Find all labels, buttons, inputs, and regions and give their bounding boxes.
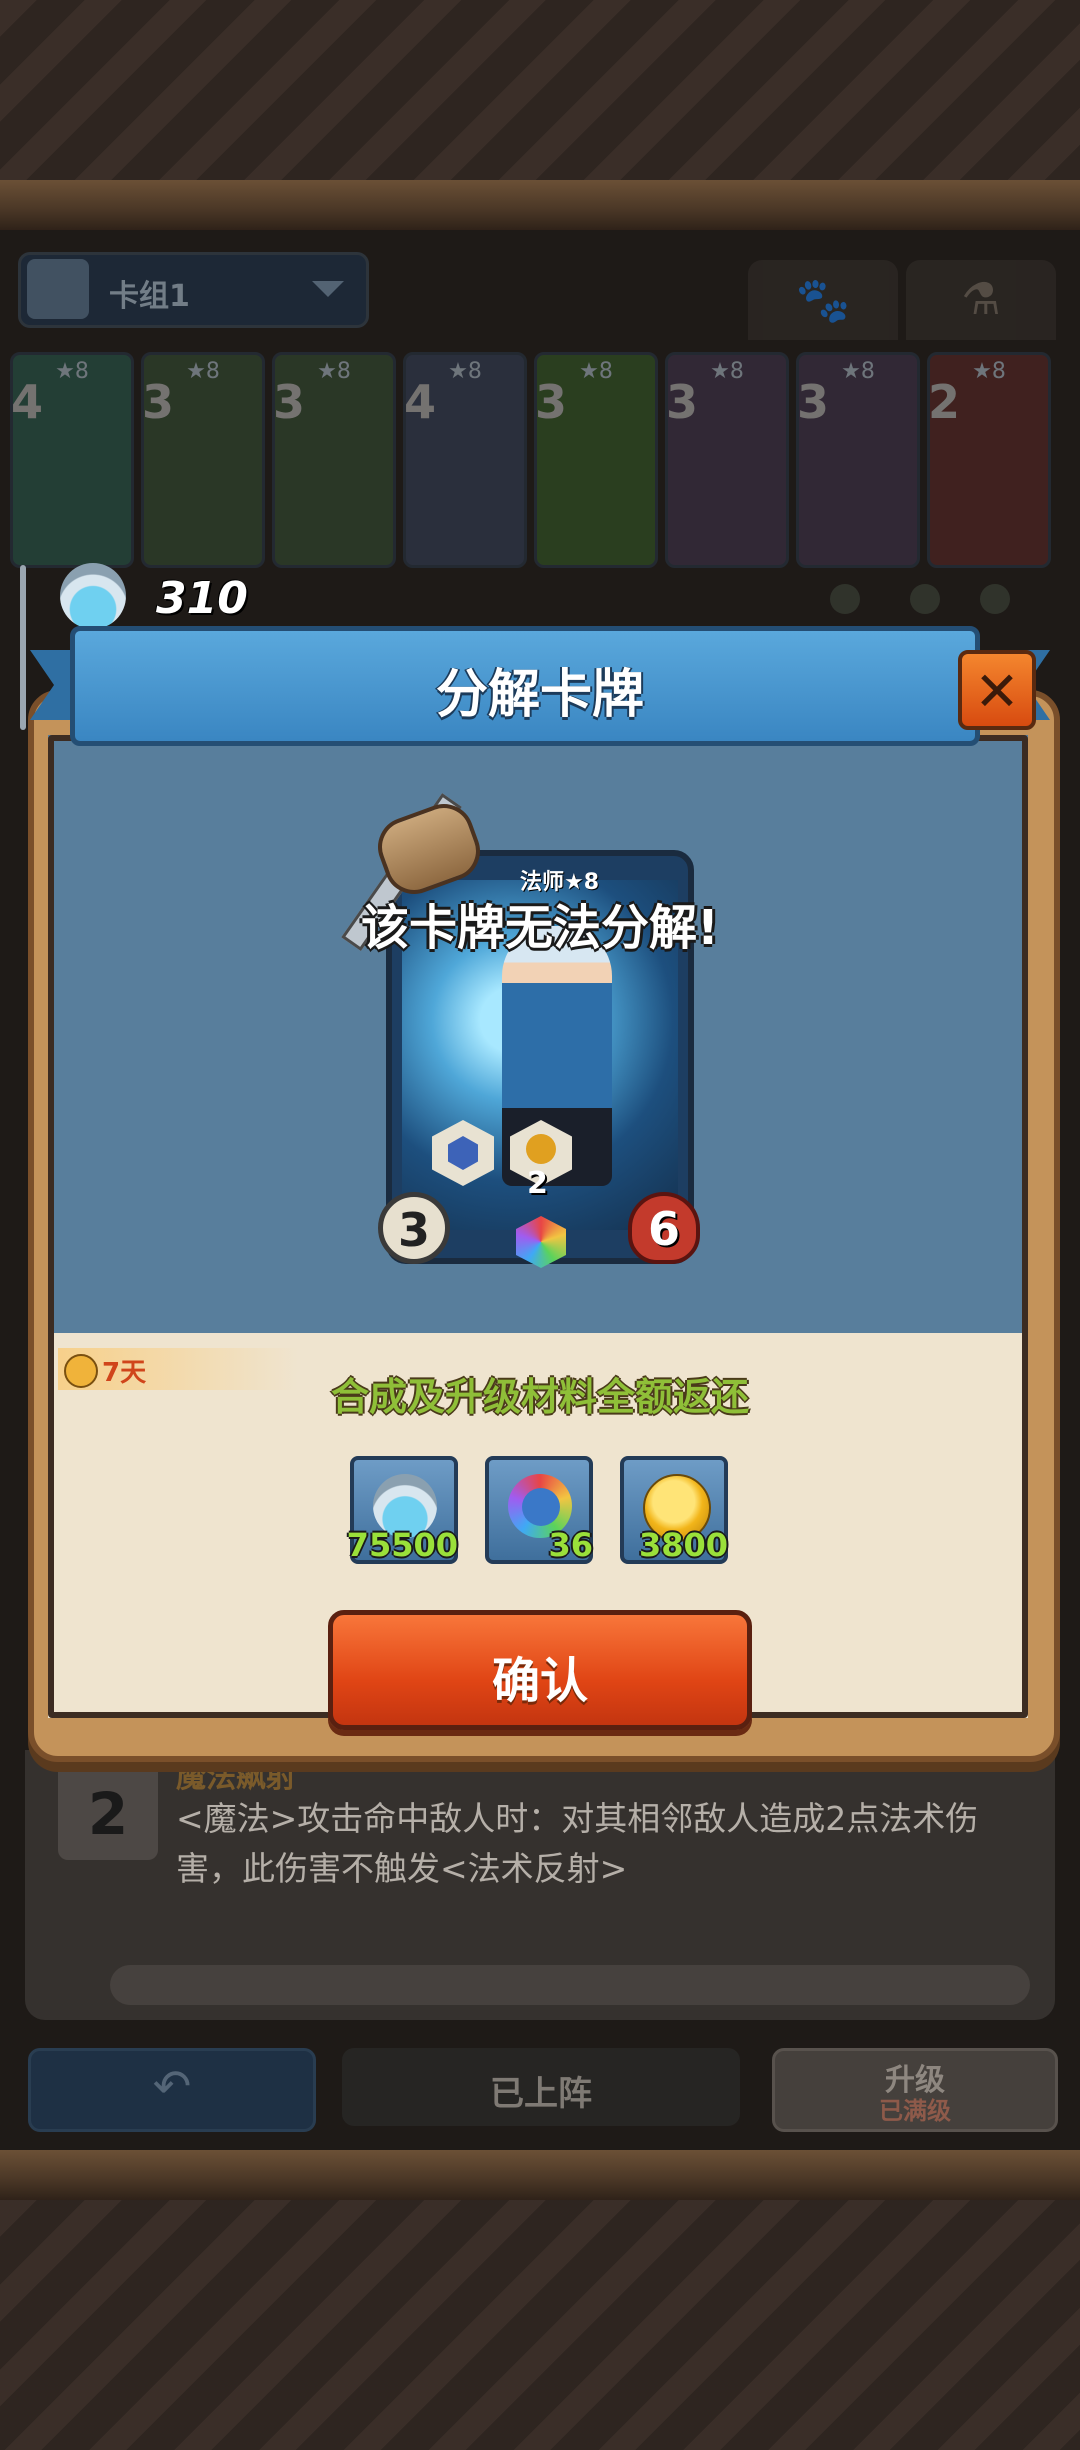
hp-value: 6: [647, 1202, 680, 1256]
tab-paw[interactable]: 🐾: [748, 260, 898, 340]
confirm-label: 确认: [491, 1653, 588, 1709]
reward-coin-amount: 3800: [638, 1526, 728, 1564]
reward-gem-amount: 36: [548, 1526, 593, 1564]
refund-description: 合成及升级材料全额返还: [330, 1375, 749, 1419]
deck-name: 卡组1: [109, 279, 190, 314]
upgrade-button[interactable]: 升级 已满级: [772, 2048, 1058, 2132]
modal-title: 分解卡牌: [435, 665, 644, 725]
paw-icon: 🐾: [795, 275, 851, 326]
deck-card[interactable]: 3 ★8: [272, 352, 396, 568]
cost-badge: 3: [378, 1192, 450, 1264]
deck-card-star: ★8: [448, 359, 482, 384]
deck-card-star: ★8: [579, 359, 613, 384]
ability-text: <魔法>攻击命中敌人时：对其相邻敌人造成2点法术伤害，此伤害不触发<法术反射>: [176, 1799, 979, 1888]
skill-count: 2: [527, 1166, 548, 1201]
close-button[interactable]: ✕: [958, 650, 1036, 730]
deck-card[interactable]: 3 ★8: [534, 352, 658, 568]
ability-icon: 2: [58, 1760, 158, 1860]
filter-dot-icon[interactable]: [830, 584, 860, 614]
top-background: [0, 0, 1080, 190]
chevron-down-icon: [312, 281, 344, 297]
cannot-decompose-message: 该卡牌无法分解!: [361, 900, 719, 956]
back-button[interactable]: ↶: [28, 2048, 316, 2132]
deck-card-star: ★8: [55, 359, 89, 384]
ability-level: 2: [87, 1780, 129, 1848]
top-wood-strip: [0, 180, 1080, 230]
deck-card[interactable]: 4 ★8: [403, 352, 527, 568]
tab-potion[interactable]: ⚗: [906, 260, 1056, 340]
cost-value: 3: [397, 1203, 430, 1257]
reward-potion-amount: 75500: [346, 1526, 458, 1564]
reward-gem: 36: [485, 1456, 593, 1564]
next-ability-row: [110, 1965, 1030, 2005]
deck-card[interactable]: 3 ★8: [796, 352, 920, 568]
potion-tab-icon: ⚗: [961, 274, 1001, 325]
deck-card-star: ★8: [186, 359, 220, 384]
deck-cards-row: 4 ★8 3 ★8 3 ★8 4 ★8 3 ★8 3 ★8 3 ★8 2 ★8: [10, 352, 1080, 568]
close-icon: ✕: [974, 660, 1020, 723]
reward-potion: 75500: [346, 1456, 458, 1564]
deck-card-star: ★8: [317, 359, 351, 384]
deck-card[interactable]: 2 ★8: [927, 352, 1051, 568]
deck-card[interactable]: 3 ★8: [141, 352, 265, 568]
deck-selector[interactable]: 卡组1: [18, 252, 369, 328]
upgrade-status: 已满级: [879, 2097, 951, 2125]
bottom-wood-strip: [0, 2150, 1080, 2200]
deck-card-star: ★8: [972, 359, 1006, 384]
hp-badge: 6: [628, 1192, 700, 1264]
deck-card-star: ★8: [841, 359, 875, 384]
deck-card[interactable]: 3 ★8: [665, 352, 789, 568]
deployed-button[interactable]: 已上阵: [342, 2048, 740, 2126]
deck-card-star: ★8: [710, 359, 744, 384]
filter-dot-icon[interactable]: [910, 584, 940, 614]
filter-dot-icon[interactable]: [980, 584, 1010, 614]
bottom-background: [0, 2200, 1080, 2450]
confirm-button[interactable]: 确认: [328, 1610, 752, 1730]
potion-amount: 310: [156, 573, 248, 624]
back-arrow-icon: ↶: [152, 2059, 192, 2113]
deck-card[interactable]: 4 ★8: [10, 352, 134, 568]
reward-coin: 3800: [620, 1456, 728, 1564]
deck-book-icon: [27, 259, 89, 319]
deployed-label: 已上阵: [490, 2074, 592, 2114]
